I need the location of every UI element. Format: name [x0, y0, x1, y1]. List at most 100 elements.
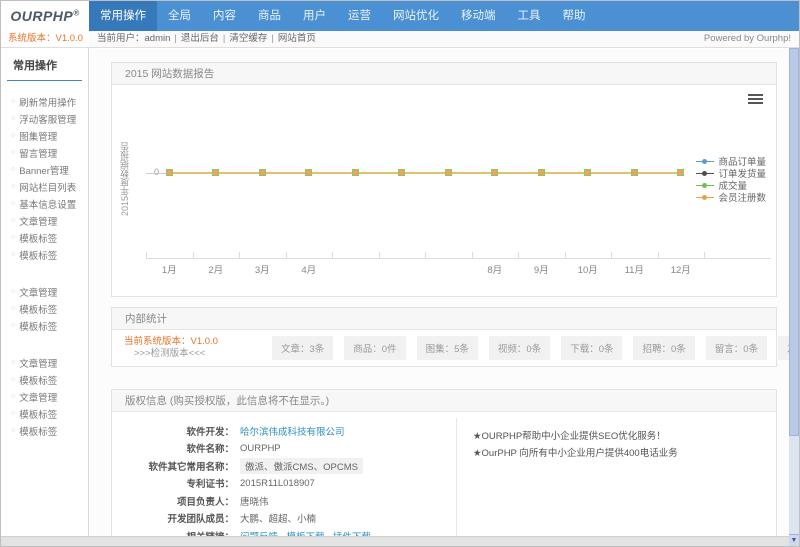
sidebar-item[interactable]: ○模板标签 [1, 405, 88, 422]
data-point-marker-10月[interactable] [584, 169, 591, 176]
sidebar-group-0: ○刷新常用操作○浮动客服管理○图集管理○留言管理○Banner管理○网站栏目列表… [1, 93, 88, 263]
sidebar-item[interactable]: ○模板标签 [1, 246, 88, 263]
vertical-scrollbar[interactable]: ▼ [789, 48, 799, 546]
sidebar-item-label: 文章管理 [19, 390, 57, 404]
check-version-link[interactable]: >>>检测版本<<< [124, 348, 272, 360]
x-axis-label-3月: 3月 [242, 262, 282, 276]
nav-item-3[interactable]: 商品 [247, 1, 292, 31]
top-navigation: OURPHP® 常用操作全局内容商品用户运营网站优化移动端工具帮助 [1, 1, 799, 31]
sidebar-item[interactable]: ○文章管理 [1, 354, 88, 371]
sidebar-item-label: 文章管理 [19, 214, 57, 228]
field-label: 软件开发： [112, 424, 234, 438]
field-label: 专利证书： [112, 476, 234, 490]
data-point-marker-9月[interactable] [538, 169, 545, 176]
stat-counter-7: 友链：1条 [778, 336, 789, 360]
sidebar-item[interactable]: ○Banner管理 [1, 161, 88, 178]
current-user-label: 当前用户：admin [97, 31, 170, 47]
copyright-field-row: 软件其它常用名称：傲派、傲派CMS、OPCMS [112, 457, 456, 475]
field-value[interactable]: 问题反馈 - 模板下载 - 插件下载 [240, 529, 371, 536]
x-axis-tick [146, 252, 147, 258]
x-axis-tick [565, 252, 566, 258]
sidebar-item[interactable]: ○刷新常用操作 [1, 93, 88, 110]
stats-body: 当前系统版本：V1.0.0 >>>检测版本<<< 文章：3条商品：0件图集：5条… [112, 330, 776, 366]
data-point-marker-6月[interactable] [398, 169, 405, 176]
x-axis-label-11月: 11月 [614, 262, 654, 276]
data-point-marker-11月[interactable] [631, 169, 638, 176]
data-point-marker-4月[interactable] [305, 169, 312, 176]
x-axis-tick [286, 252, 287, 258]
sidebar-item[interactable]: ○留言管理 [1, 144, 88, 161]
data-point-marker-1月[interactable] [166, 169, 173, 176]
nav-item-5[interactable]: 运营 [337, 1, 382, 31]
x-axis-tick [704, 252, 705, 258]
bullet-icon: ○ [11, 251, 15, 258]
stat-counters: 文章：3条商品：0件图集：5条视频：0条下载：0条招聘：0条留言：0条友链：1条 [272, 336, 789, 360]
bullet-icon: ○ [11, 234, 15, 241]
separator: | [271, 31, 273, 47]
bullet-icon: ○ [11, 393, 15, 400]
nav-item-7[interactable]: 移动端 [450, 1, 507, 31]
sidebar-item[interactable]: ○基本信息设置 [1, 195, 88, 212]
line-chart: 2015年度数据报告 0 商品订单量订单发货量成交量会员注册数 1月2月3月4月… [112, 85, 776, 296]
sidebar-item-label: 模板标签 [19, 407, 57, 421]
data-point-marker-7月[interactable] [445, 169, 452, 176]
status-link-0[interactable]: 退出后台 [181, 31, 219, 47]
status-link-2[interactable]: 网站首页 [278, 31, 316, 47]
field-value[interactable]: 哈尔滨伟成科技有限公司 [240, 424, 345, 438]
legend-marker-icon [696, 194, 714, 201]
bullet-icon: ○ [11, 288, 15, 295]
sidebar-item[interactable]: ○ 模板标签 [1, 229, 88, 246]
nav-item-2[interactable]: 内容 [202, 1, 247, 31]
x-axis-tick [425, 252, 426, 258]
nav-item-9[interactable]: 帮助 [552, 1, 597, 31]
nav-item-8[interactable]: 工具 [507, 1, 552, 31]
copyright-field-row: 项目负责人：唐晓伟 [112, 492, 456, 510]
data-point-marker-12月[interactable] [677, 169, 684, 176]
copyright-fields: 软件开发：哈尔滨伟成科技有限公司软件名称：OURPHP软件其它常用名称：傲派、傲… [112, 418, 457, 536]
x-axis-tick [658, 252, 659, 258]
sidebar-item[interactable]: ○模板标签 [1, 317, 88, 334]
sidebar-item-label: 模板标签 [19, 231, 57, 245]
sidebar-item-label: 基本信息设置 [19, 197, 76, 211]
x-axis-label-10月: 10月 [568, 262, 608, 276]
legend-item-3[interactable]: 会员注册数 [696, 191, 766, 203]
sidebar-item[interactable]: ○浮动客服管理 [1, 110, 88, 127]
sidebar-item[interactable]: ○文章管理 [1, 212, 88, 229]
stat-counter-1: 商品：0件 [344, 336, 405, 360]
stats-panel: 内部统计 当前系统版本：V1.0.0 >>>检测版本<<< 文章：3条商品：0件… [111, 307, 777, 367]
scrollbar-thumb[interactable] [789, 48, 799, 436]
nav-item-0[interactable]: 常用操作 [89, 1, 157, 31]
scrollbar-down-arrow-icon[interactable]: ▼ [789, 534, 799, 546]
system-version-label: 系统版本：V1.0.0 [1, 31, 89, 47]
copyright-field-row: 相关链接：问题反馈 - 模板下载 - 插件下载 [112, 527, 456, 536]
nav-item-1[interactable]: 全局 [157, 1, 202, 31]
logo-text: OURPHP® [10, 8, 79, 24]
data-point-marker-3月[interactable] [259, 169, 266, 176]
nav-item-4[interactable]: 用户 [292, 1, 337, 31]
separator: | [223, 31, 225, 47]
sidebar-item[interactable]: ○网站栏目列表 [1, 178, 88, 195]
sidebar-item[interactable]: ○ 文章管理 [1, 388, 88, 405]
chart-y-tick-zero: 0 [154, 167, 159, 177]
stat-counter-2: 图集：5条 [417, 336, 478, 360]
copyright-note-0: ★OURPHP帮助中小企业提供SEO优化服务！ [473, 428, 760, 445]
chart-menu-icon[interactable] [748, 94, 763, 106]
sidebar-item[interactable]: ○文章管理 [1, 283, 88, 300]
data-point-marker-2月[interactable] [212, 169, 219, 176]
data-point-marker-8月[interactable] [491, 169, 498, 176]
sidebar-item[interactable]: ○模板标签 [1, 300, 88, 317]
sidebar-item-label: 刷新常用操作 [19, 95, 76, 109]
stat-counter-5: 招聘：0条 [633, 336, 694, 360]
registered-mark: ® [73, 8, 79, 17]
x-axis-label-2月: 2月 [196, 262, 236, 276]
sidebar-item[interactable]: ○模板标签 [1, 422, 88, 439]
data-point-marker-5月[interactable] [352, 169, 359, 176]
sidebar-item[interactable]: ○模板标签 [1, 371, 88, 388]
x-axis-label-9月: 9月 [521, 262, 561, 276]
stat-counter-4: 下载：0条 [561, 336, 622, 360]
sidebar-item[interactable]: ○图集管理 [1, 127, 88, 144]
nav-item-6[interactable]: 网站优化 [382, 1, 450, 31]
legend-label: 会员注册数 [718, 190, 766, 204]
status-link-1[interactable]: 清空缓存 [229, 31, 267, 47]
copyright-field-row: 软件开发： 哈尔滨伟成科技有限公司 [112, 422, 456, 440]
